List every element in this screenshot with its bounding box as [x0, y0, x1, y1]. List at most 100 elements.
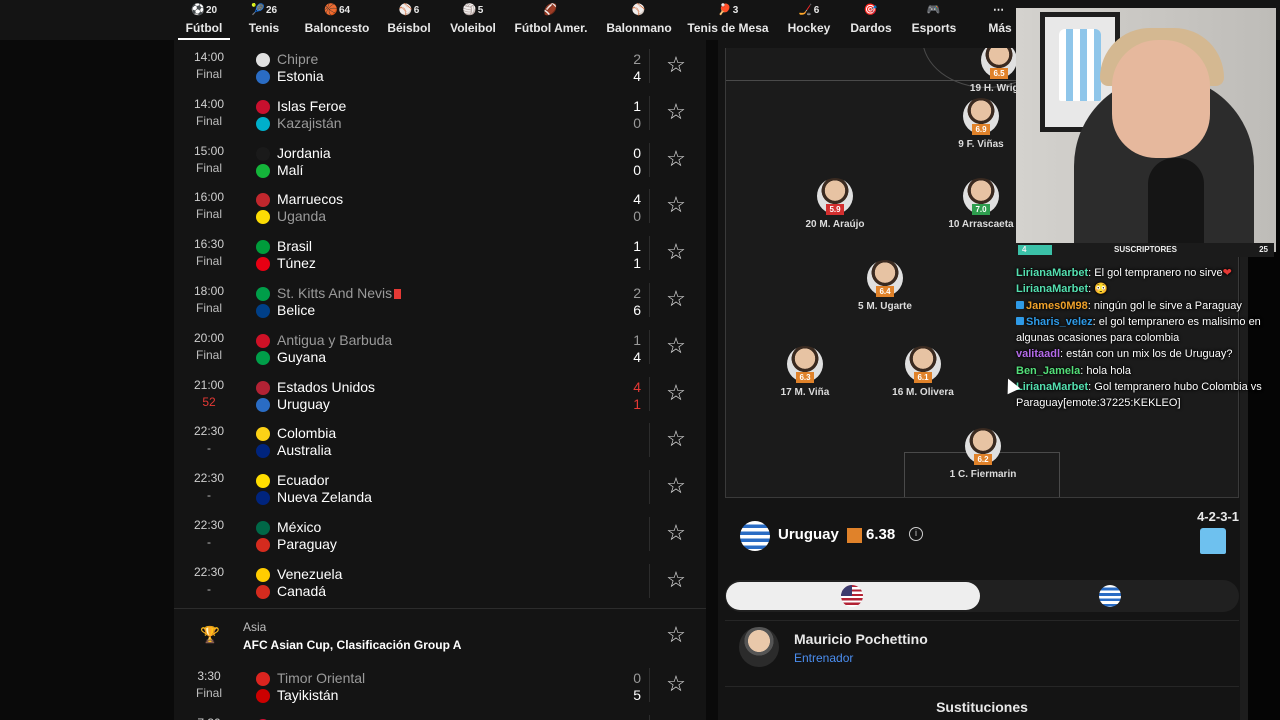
row-divider [649, 714, 650, 720]
favorite-star-icon[interactable]: ☆ [664, 427, 688, 451]
tab-balonmano[interactable]: ⚾ Balonmano [603, 0, 675, 40]
match-row[interactable]: 16:30 Final Brasil Túnez 1 1 ☆ [174, 230, 706, 276]
jersey-picture [1059, 29, 1101, 101]
chat-message: LirianaMarbet: El gol tempranero no sirv… [1016, 267, 1232, 279]
player-card[interactable]: 7.0 10 Arrascaeta [936, 178, 1026, 230]
home-flag-icon [256, 521, 270, 535]
player-number: 1 [949, 469, 956, 480]
favorite-star-icon[interactable]: ☆ [664, 474, 688, 498]
match-row[interactable]: 20:00 Final Antigua y Barbuda Guyana 1 4 ☆ [174, 324, 706, 370]
favorite-star-icon[interactable]: ☆ [664, 672, 688, 696]
tab-futbol-americano[interactable]: 🏈 Fútbol Amer. [511, 0, 591, 40]
tab-futbol[interactable]: ⚽20 Fútbol [178, 0, 230, 40]
home-team-name: Jordania [277, 144, 331, 161]
league-header[interactable]: 🏆 Asia AFC Asian Cup, Clasificación Grou… [174, 608, 706, 660]
favorite-star-icon[interactable]: ☆ [664, 146, 688, 171]
coach-avatar [739, 627, 779, 667]
player-name: 10 Arrascaeta [936, 219, 1026, 230]
match-row[interactable]: 14:00 Final Chipre Estonia 2 4 ☆ [174, 43, 706, 89]
player-rating: 5.9 [826, 204, 844, 215]
player-card[interactable]: 6.2 1 C. Fiermarin [938, 428, 1028, 480]
row-divider [649, 142, 650, 177]
match-time: 14:00 [193, 50, 225, 64]
away-score: 6 [633, 302, 641, 318]
tab-label: Dardos [850, 21, 892, 35]
favorite-star-icon[interactable]: ☆ [664, 240, 688, 264]
favorite-star-icon[interactable]: ☆ [664, 99, 688, 124]
tab-esports[interactable]: 🎮 Esports [908, 0, 960, 40]
player-rating: 6.2 [974, 454, 992, 465]
favorite-star-icon[interactable]: ☆ [664, 53, 688, 77]
favorite-star-icon[interactable]: ☆ [664, 193, 688, 217]
match-row[interactable]: 22:30 - Venezuela Canadá ☆ [174, 558, 706, 604]
player-card[interactable]: 6.3 17 M. Viña [760, 346, 850, 398]
tab-tenis-de-mesa[interactable]: 🏓3 Tenis de Mesa [686, 0, 770, 40]
uruguay-flag-icon [740, 521, 770, 551]
player-card[interactable]: 5.9 20 M. Araújo [790, 178, 880, 230]
match-row[interactable]: 22:30 - México Paraguay ☆ [174, 511, 706, 557]
chat-badge-icon [1016, 300, 1024, 309]
match-row[interactable]: 21:00 52 Estados Unidos Uruguay 4 1 ☆ [174, 371, 706, 417]
coach-row[interactable]: Mauricio Pochettino Entrenador [725, 620, 1239, 676]
player-card[interactable]: 6.1 16 M. Olivera [878, 346, 968, 398]
volleyball-icon: 🏐 [462, 4, 477, 16]
tab-baloncesto[interactable]: 🏀64 Baloncesto [302, 0, 372, 40]
match-time: 14:00 [193, 96, 225, 111]
favorite-star-icon[interactable]: ☆ [664, 521, 688, 545]
chat-username: LirianaMarbet [1016, 283, 1089, 296]
row-divider [649, 283, 650, 317]
match-row[interactable]: 15:00 Final Jordania Malí 0 0 ☆ [174, 137, 706, 183]
basketball-icon: 🏀 [323, 4, 338, 16]
team-shirt-icon [1200, 528, 1226, 554]
player-number: 17 [780, 387, 792, 398]
home-flag-icon [256, 474, 270, 489]
tab-mas[interactable]: ⋯ Más [982, 0, 1018, 40]
tab-dardos[interactable]: 🎯 Dardos [846, 0, 896, 40]
match-time: 16:00 [193, 190, 225, 205]
player-name: 5 M. Ugarte [840, 301, 930, 312]
player-card[interactable]: 6.4 5 M. Ugarte [840, 260, 930, 312]
away-team: Guyana [277, 348, 327, 365]
tab-voleibol[interactable]: 🏐5 Voleibol [447, 0, 499, 40]
favorite-star-icon[interactable]: ☆ [664, 623, 688, 647]
home-team-name: Ecuador [277, 472, 330, 489]
red-card-icon [394, 289, 402, 299]
row-divider [649, 189, 650, 224]
match-row[interactable]: 14:00 Final Islas Feroe Kazajistán 1 0 ☆ [174, 90, 706, 136]
player-name: 1 C. Fiermarin [938, 469, 1028, 480]
away-score: 1 [633, 395, 641, 412]
tab-beisbol[interactable]: ⚾6 Béisbol [384, 0, 434, 40]
match-row[interactable]: 22:30 - Colombia Australia ☆ [174, 417, 706, 463]
league-region: Asia [243, 620, 267, 634]
subscriber-current: 4 [1022, 245, 1027, 254]
away-team: Tayikistán [277, 687, 339, 703]
match-row[interactable]: 3:30 Final Timor Oriental Tayikistán 0 5 ☆ [174, 662, 706, 708]
player-name-text: M. Viña [794, 387, 830, 398]
player-card[interactable]: 6.9 9 F. Viñas [936, 98, 1026, 150]
match-status: Final [195, 160, 222, 175]
uruguay-flag-icon[interactable] [1099, 585, 1121, 607]
chat-message: LirianaMarbet: Gol tempranero hubo Colom… [1016, 381, 1262, 410]
tab-label: Baloncesto [304, 21, 370, 35]
match-row[interactable]: 16:00 Final Marruecos Uganda 4 0 ☆ [174, 183, 706, 229]
away-flag-icon [256, 491, 270, 506]
favorite-star-icon[interactable]: ☆ [664, 333, 688, 358]
away-team: Paraguay [277, 536, 337, 552]
tab-count: 6 [813, 5, 820, 16]
tab-hockey[interactable]: 🏒6 Hockey [784, 0, 834, 40]
match-row[interactable]: 18:00 Final St. Kitts And Nevis Belice 2 6 ☆ [174, 277, 706, 323]
match-row[interactable]: 22:30 - Ecuador Nueva Zelanda ☆ [174, 464, 706, 510]
chat-username: Ben_Jamela [1016, 364, 1081, 377]
player-number: 20 [805, 219, 817, 230]
chat-text: hola hola [1086, 364, 1131, 377]
favorite-star-icon[interactable]: ☆ [664, 567, 688, 592]
tab-tenis[interactable]: 🎾26 Tenis [242, 0, 286, 40]
streamer-face [1112, 40, 1210, 158]
darts-icon: 🎯 [863, 4, 878, 16]
home-flag-icon [256, 99, 270, 114]
favorite-star-icon[interactable]: ☆ [664, 287, 688, 311]
info-icon[interactable]: i [909, 527, 923, 541]
match-status: 52 [202, 394, 216, 409]
match-row[interactable]: 7:30Maldivas0☆ [174, 709, 706, 720]
favorite-star-icon[interactable]: ☆ [664, 380, 688, 405]
